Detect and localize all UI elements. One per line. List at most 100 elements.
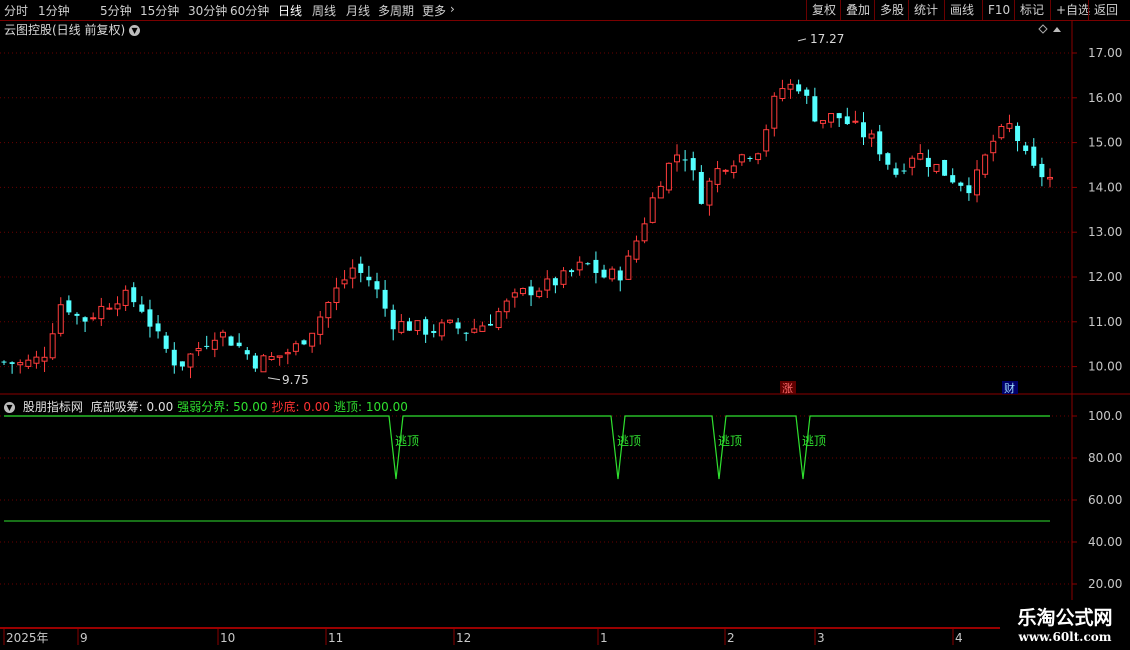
chart-canvas[interactable]: 17.00 16.00 15.00 14.00 13.00 12.00 11.00 10.00…: [0, 0, 1130, 650]
candle-body: [446, 319, 453, 323]
candle-body: [431, 331, 437, 333]
candle-body: [309, 332, 316, 347]
candle-body: [292, 343, 299, 352]
high-marker: [797, 38, 807, 42]
candle-body: [82, 317, 88, 322]
candle-body: [406, 321, 412, 331]
candle-body: [122, 289, 129, 306]
y-tick-label: 15.00: [1088, 136, 1122, 150]
y-tick-label: 17.00: [1088, 46, 1122, 60]
candle-body: [714, 168, 721, 185]
candle-body: [463, 332, 469, 334]
candle-body: [17, 362, 24, 366]
candle-body: [163, 335, 169, 349]
logo-line2: www.60lt.com: [1018, 630, 1112, 644]
y-tick-label: 11.00: [1088, 315, 1122, 329]
high-label: 17.27: [810, 32, 844, 46]
ind-y-tick-label: 40.00: [1088, 535, 1122, 549]
candle-body: [503, 300, 510, 313]
candle-body: [228, 336, 234, 346]
candle-body: [593, 259, 599, 273]
candle-body: [195, 348, 202, 352]
y-tick-label: 13.00: [1088, 225, 1122, 239]
candle-body: [633, 240, 640, 260]
candle-body: [41, 356, 48, 362]
candle-body: [787, 83, 794, 90]
candle-body: [25, 359, 32, 367]
candle-body: [236, 342, 242, 347]
candle-body: [90, 317, 97, 320]
candle-body: [990, 140, 997, 154]
candle-body: [1031, 146, 1037, 166]
candle-body: [455, 322, 461, 329]
candle-body: [552, 278, 558, 286]
candle-body: [147, 309, 153, 327]
candle-body: [933, 163, 940, 172]
candle-body: [966, 185, 972, 194]
candle-body: [657, 185, 664, 199]
candle-body: [204, 345, 210, 347]
candle-body: [609, 268, 616, 280]
candle-body: [982, 154, 989, 175]
candle-body: [763, 129, 770, 152]
candle-body: [861, 122, 867, 138]
candle-body: [1015, 125, 1021, 142]
candle-body: [495, 311, 502, 329]
escape-signal-label: 逃顶: [718, 434, 742, 448]
candle-body: [488, 323, 494, 326]
candle-body: [1, 361, 7, 363]
candle-body: [779, 88, 786, 99]
candle-body: [57, 304, 64, 334]
candle-body: [366, 276, 372, 281]
candle-body: [471, 328, 478, 333]
candle-body: [674, 154, 681, 163]
y-tick-label: 10.00: [1088, 360, 1122, 374]
y-tick-label: 16.00: [1088, 91, 1122, 105]
low-marker: [267, 377, 281, 381]
escape-signal-label: 逃顶: [802, 434, 826, 448]
ind-y-tick-label: 80.00: [1088, 451, 1122, 465]
candle-body: [423, 319, 429, 335]
candle-body: [747, 157, 753, 159]
candle-body: [601, 269, 607, 278]
escape-signal-label: 逃顶: [617, 434, 641, 448]
candle-body: [560, 270, 567, 285]
candle-body: [398, 321, 405, 333]
candle-body: [917, 153, 924, 160]
candle-body: [649, 197, 656, 223]
candle-body: [868, 133, 875, 139]
candle-body: [528, 286, 534, 296]
escape-signal-label: 逃顶: [395, 434, 419, 448]
candle-body: [974, 169, 981, 196]
y-tick-label: 12.00: [1088, 270, 1122, 284]
candle-body: [317, 316, 324, 335]
candle-body: [155, 323, 161, 332]
candle-body: [333, 287, 340, 304]
time-label: 11: [328, 631, 343, 645]
candle-body: [617, 270, 623, 281]
candle-body: [171, 349, 177, 366]
candle-body: [819, 120, 826, 124]
candle-body: [349, 267, 356, 279]
escape-top-line: [4, 415, 1050, 480]
time-label: 12: [456, 631, 471, 645]
candle-body: [852, 120, 859, 123]
candle-body: [276, 355, 283, 358]
candle-body: [771, 95, 778, 129]
candle-body: [698, 171, 704, 204]
y-tick-label: 14.00: [1088, 180, 1122, 194]
candle-body: [585, 263, 591, 265]
badge-cai: 财: [1004, 381, 1015, 395]
candle-body: [179, 361, 185, 367]
candle-body: [950, 175, 956, 183]
candle-body: [244, 350, 250, 355]
time-label: 2025年: [6, 631, 49, 645]
candle-body: [877, 131, 883, 155]
candle-body: [66, 300, 72, 313]
candle-body: [187, 353, 194, 368]
triangle-icon: [1053, 27, 1061, 32]
time-label: 3: [817, 631, 825, 645]
candle-body: [576, 261, 583, 271]
candle-body: [219, 331, 226, 338]
time-label: 4: [955, 631, 963, 645]
